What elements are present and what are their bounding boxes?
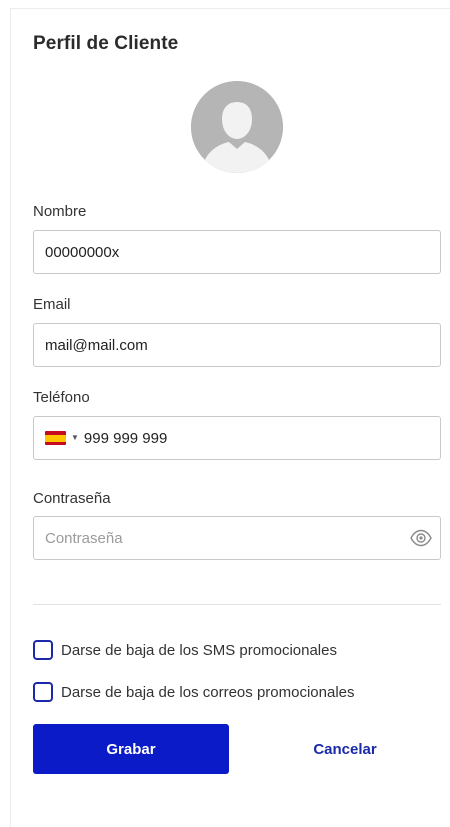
name-value: 00000000x — [45, 243, 120, 261]
profile-card: Perfil de Cliente Nombre 00000000x Email… — [10, 8, 450, 827]
unsubscribe-sms-option[interactable]: Darse de baja de los SMS promocionales — [33, 640, 337, 660]
unsubscribe-email-checkbox[interactable] — [33, 682, 53, 702]
email-label: Email — [33, 296, 71, 313]
section-divider — [33, 604, 441, 605]
user-silhouette-icon — [191, 81, 283, 173]
email-value: mail@mail.com — [45, 336, 148, 354]
phone-value: 999 999 999 — [83, 429, 168, 447]
email-field[interactable]: mail@mail.com — [33, 323, 441, 367]
password-placeholder: Contraseña — [45, 529, 123, 547]
password-field[interactable]: Contraseña — [33, 516, 441, 560]
save-button[interactable]: Grabar — [33, 724, 229, 774]
phone-label: Teléfono — [33, 389, 90, 406]
name-label: Nombre — [33, 203, 87, 220]
eye-icon[interactable] — [410, 529, 432, 547]
unsubscribe-sms-checkbox[interactable] — [33, 640, 53, 660]
name-field[interactable]: 00000000x — [33, 230, 441, 274]
cancel-button[interactable]: Cancelar — [275, 724, 415, 774]
page-title: Perfil de Cliente — [33, 33, 179, 54]
unsubscribe-sms-label: Darse de baja de los SMS promocionales — [61, 641, 337, 659]
unsubscribe-email-label: Darse de baja de los correos promocional… — [61, 683, 355, 701]
user-avatar-icon[interactable] — [191, 81, 283, 173]
password-label: Contraseña — [33, 490, 111, 507]
chevron-down-icon[interactable]: ▼ — [71, 434, 79, 442]
spain-flag-icon[interactable] — [45, 431, 66, 445]
unsubscribe-email-option[interactable]: Darse de baja de los correos promocional… — [33, 682, 355, 702]
phone-field[interactable]: ▼ 999 999 999 — [33, 416, 441, 460]
